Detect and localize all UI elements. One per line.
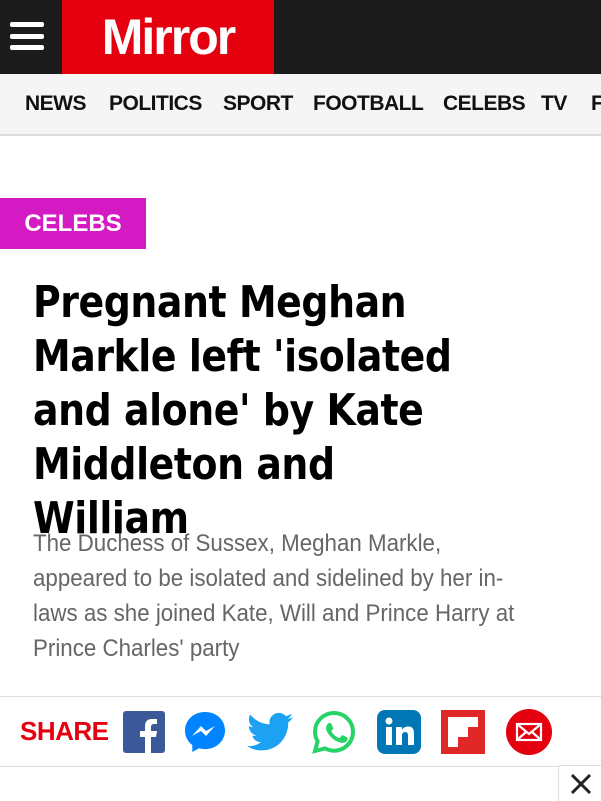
- share-divider-top: [0, 696, 601, 697]
- twitter-icon[interactable]: [247, 709, 293, 755]
- whatsapp-icon[interactable]: [311, 709, 357, 755]
- share-divider-bottom: [0, 766, 601, 767]
- nav-item-news[interactable]: NEWS: [25, 92, 87, 116]
- email-icon[interactable]: [506, 709, 552, 755]
- category-label: CELEBS: [24, 209, 122, 237]
- article-headline: Pregnant Meghan Markle left 'isolated an…: [33, 277, 452, 544]
- nav-item-sport[interactable]: SPORT: [223, 92, 293, 116]
- mirror-logo[interactable]: Mirror: [62, 0, 274, 74]
- nav-item-celebs[interactable]: CELEBS: [443, 92, 526, 116]
- logo-text: Mirror: [101, 9, 236, 65]
- close-icon[interactable]: [558, 765, 601, 801]
- category-badge[interactable]: CELEBS: [0, 198, 146, 249]
- nav-item-partial[interactable]: F: [591, 92, 601, 116]
- nav-item-politics[interactable]: POLITICS: [109, 92, 202, 116]
- hamburger-menu-icon[interactable]: [10, 22, 44, 50]
- facebook-icon[interactable]: [121, 709, 167, 755]
- messenger-icon[interactable]: [182, 709, 228, 755]
- top-bar: Mirror: [0, 0, 601, 74]
- flipboard-icon[interactable]: [440, 709, 486, 755]
- linkedin-icon[interactable]: [376, 709, 422, 755]
- nav-item-tv[interactable]: TV: [541, 92, 567, 116]
- section-nav: NEWS POLITICS SPORT FOOTBALL CELEBS TV F: [0, 74, 601, 136]
- article-standfirst: The Duchess of Sussex, Meghan Markle, ap…: [33, 530, 515, 662]
- share-label: SHARE: [20, 716, 109, 746]
- nav-item-football[interactable]: FOOTBALL: [313, 92, 424, 116]
